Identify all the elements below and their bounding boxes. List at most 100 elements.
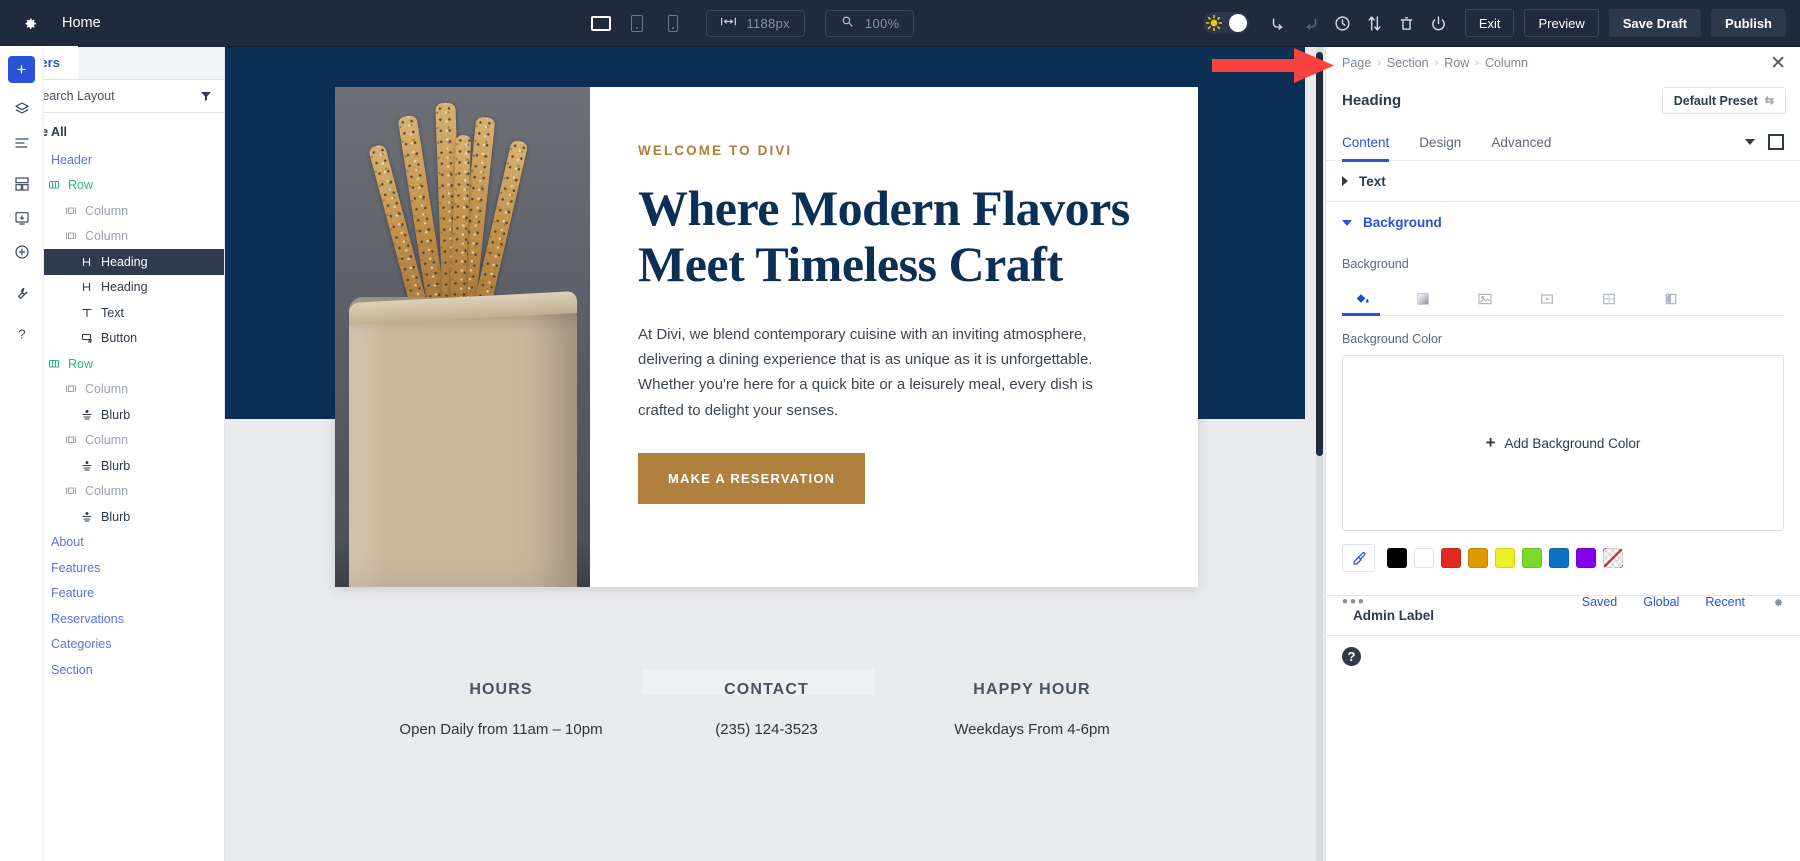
- phone-icon[interactable]: [660, 10, 686, 36]
- module-title: Heading: [1342, 92, 1402, 109]
- preset-swap-icon: ⇆: [1764, 95, 1774, 107]
- desktop-icon[interactable]: [588, 10, 614, 36]
- pattern-icon[interactable]: [1590, 283, 1628, 315]
- power-icon[interactable]: [1423, 7, 1455, 39]
- undo-icon[interactable]: [1263, 7, 1295, 39]
- add-background-color-button[interactable]: + Add Background Color: [1342, 355, 1784, 531]
- left-icon-rail: + ?: [0, 47, 44, 861]
- viewport-width-control[interactable]: 1188px: [706, 9, 805, 37]
- theme-toggle[interactable]: [1202, 12, 1249, 34]
- breadcrumb-separator: ›: [1434, 57, 1439, 69]
- breadcrumb-column[interactable]: Column: [1485, 56, 1528, 70]
- hero-heading-line-1: Where Modern Flavors: [638, 180, 1130, 236]
- background-section: Background Background Color + Add Backgr…: [1326, 243, 1800, 612]
- scrollbar-thumb[interactable]: [1316, 52, 1323, 456]
- swatch-yellow[interactable]: [1495, 548, 1515, 568]
- layer-item-label: Blurb: [101, 509, 131, 524]
- canvas-scrollbar[interactable]: [1316, 47, 1323, 861]
- image-icon[interactable]: [1466, 283, 1504, 315]
- close-icon[interactable]: ✕: [1770, 54, 1786, 73]
- breadcrumb-row[interactable]: Row: [1444, 56, 1469, 70]
- settings-breadcrumb-bar: Page › Section › Row › Column ✕: [1326, 47, 1800, 79]
- chevron-down-icon[interactable]: [1745, 139, 1755, 145]
- layer-item-label: Features: [51, 560, 101, 575]
- sort-updown-icon[interactable]: [1359, 7, 1391, 39]
- hero-image: [335, 87, 590, 587]
- preset-selector[interactable]: Default Preset ⇆: [1661, 87, 1786, 114]
- list-lines-icon[interactable]: [7, 128, 37, 158]
- gradient-icon[interactable]: [1404, 283, 1442, 315]
- paint-bucket-icon[interactable]: [1342, 283, 1380, 316]
- mask-icon[interactable]: [1652, 283, 1690, 315]
- preview-button[interactable]: Preview: [1524, 9, 1599, 37]
- swatch-transparent[interactable]: [1603, 548, 1623, 568]
- breadcrumb-section[interactable]: Section: [1387, 56, 1429, 70]
- hero-paragraph[interactable]: At Divi, we blend contemporary cuisine w…: [638, 322, 1136, 423]
- background-field-label: Background: [1342, 257, 1409, 271]
- make-reservation-button[interactable]: MAKE A RESERVATION: [638, 452, 866, 504]
- swatch-purple[interactable]: [1576, 548, 1596, 568]
- button-icon: [80, 332, 94, 344]
- blurb-icon: [80, 460, 94, 472]
- page-title[interactable]: Home: [62, 15, 101, 31]
- info-value: Weekdays From 4-6pm: [954, 721, 1110, 738]
- column-icon: [64, 230, 78, 242]
- tools-icon[interactable]: [7, 278, 37, 308]
- info-column: HOURS Open Daily from 11am – 10pm: [371, 681, 631, 738]
- video-icon[interactable]: [1528, 283, 1566, 315]
- swatch-white[interactable]: [1414, 548, 1434, 568]
- exit-button[interactable]: Exit: [1464, 9, 1515, 37]
- wireframe-icon[interactable]: [7, 169, 37, 199]
- top-toolbar: Home 1188px 100% Exit Preview Save Draft…: [0, 0, 1800, 47]
- layers-stack-icon[interactable]: [7, 94, 37, 124]
- tab-design[interactable]: Design: [1419, 124, 1461, 161]
- gear-icon[interactable]: [14, 8, 44, 38]
- tab-advanced[interactable]: Advanced: [1491, 124, 1551, 161]
- swatch-black[interactable]: [1387, 548, 1407, 568]
- eyedropper-icon[interactable]: [1342, 544, 1375, 572]
- info-title: HOURS: [469, 681, 533, 698]
- redo-icon[interactable]: [1295, 7, 1327, 39]
- history-clock-icon[interactable]: [1327, 7, 1359, 39]
- zoom-control[interactable]: 100%: [824, 9, 915, 37]
- toggle-knob: [1228, 14, 1247, 32]
- swatch-orange[interactable]: [1468, 548, 1488, 568]
- page-canvas[interactable]: WELCOME TO DIVI Where Modern Flavors Mee…: [225, 47, 1325, 861]
- help-question-icon[interactable]: ?: [7, 319, 37, 349]
- breadcrumb-page[interactable]: Page: [1342, 56, 1371, 70]
- accordion-background-label: Background: [1363, 215, 1442, 230]
- swatch-blue[interactable]: [1549, 548, 1569, 568]
- publish-button[interactable]: Publish: [1711, 9, 1786, 37]
- save-library-icon[interactable]: [7, 237, 37, 267]
- hero-card: WELCOME TO DIVI Where Modern Flavors Mee…: [335, 87, 1198, 587]
- hero-heading[interactable]: Where Modern Flavors Meet Timeless Craft: [638, 180, 1136, 292]
- help-button[interactable]: ?: [1342, 647, 1361, 666]
- save-draft-button[interactable]: Save Draft: [1608, 9, 1702, 37]
- expand-square-icon[interactable]: [1768, 134, 1784, 150]
- filter-icon[interactable]: [200, 90, 212, 102]
- search-input[interactable]: Search Layout: [34, 89, 191, 103]
- accordion-background[interactable]: Background: [1326, 202, 1800, 243]
- toolbar-right-group: Exit Preview Save Draft Publish: [1202, 7, 1800, 39]
- swatch-green[interactable]: [1522, 548, 1542, 568]
- accordion-admin-label[interactable]: Admin Label: [1326, 595, 1800, 636]
- layer-item-label: Section: [51, 662, 93, 677]
- portability-icon[interactable]: [7, 203, 37, 233]
- paper-bag: [349, 291, 577, 587]
- settings-tabs: Content Design Advanced: [1326, 124, 1800, 162]
- trash-icon[interactable]: [1391, 7, 1423, 39]
- swatch-red[interactable]: [1441, 548, 1461, 568]
- layer-item-label: Column: [85, 203, 129, 218]
- hero-eyebrow[interactable]: WELCOME TO DIVI: [638, 143, 1136, 158]
- background-type-tabs: [1342, 283, 1784, 316]
- tablet-icon[interactable]: [624, 10, 650, 36]
- layer-item-label: Header: [51, 152, 92, 167]
- tab-content[interactable]: Content: [1342, 124, 1390, 162]
- heading-icon: [80, 281, 94, 293]
- accordion-text[interactable]: Text: [1326, 161, 1800, 202]
- column-icon: [64, 434, 78, 446]
- add-module-button[interactable]: +: [8, 56, 35, 83]
- width-arrows-icon: [721, 15, 737, 31]
- layer-item-label: Blurb: [101, 458, 131, 473]
- layer-item-label: Row: [68, 178, 94, 193]
